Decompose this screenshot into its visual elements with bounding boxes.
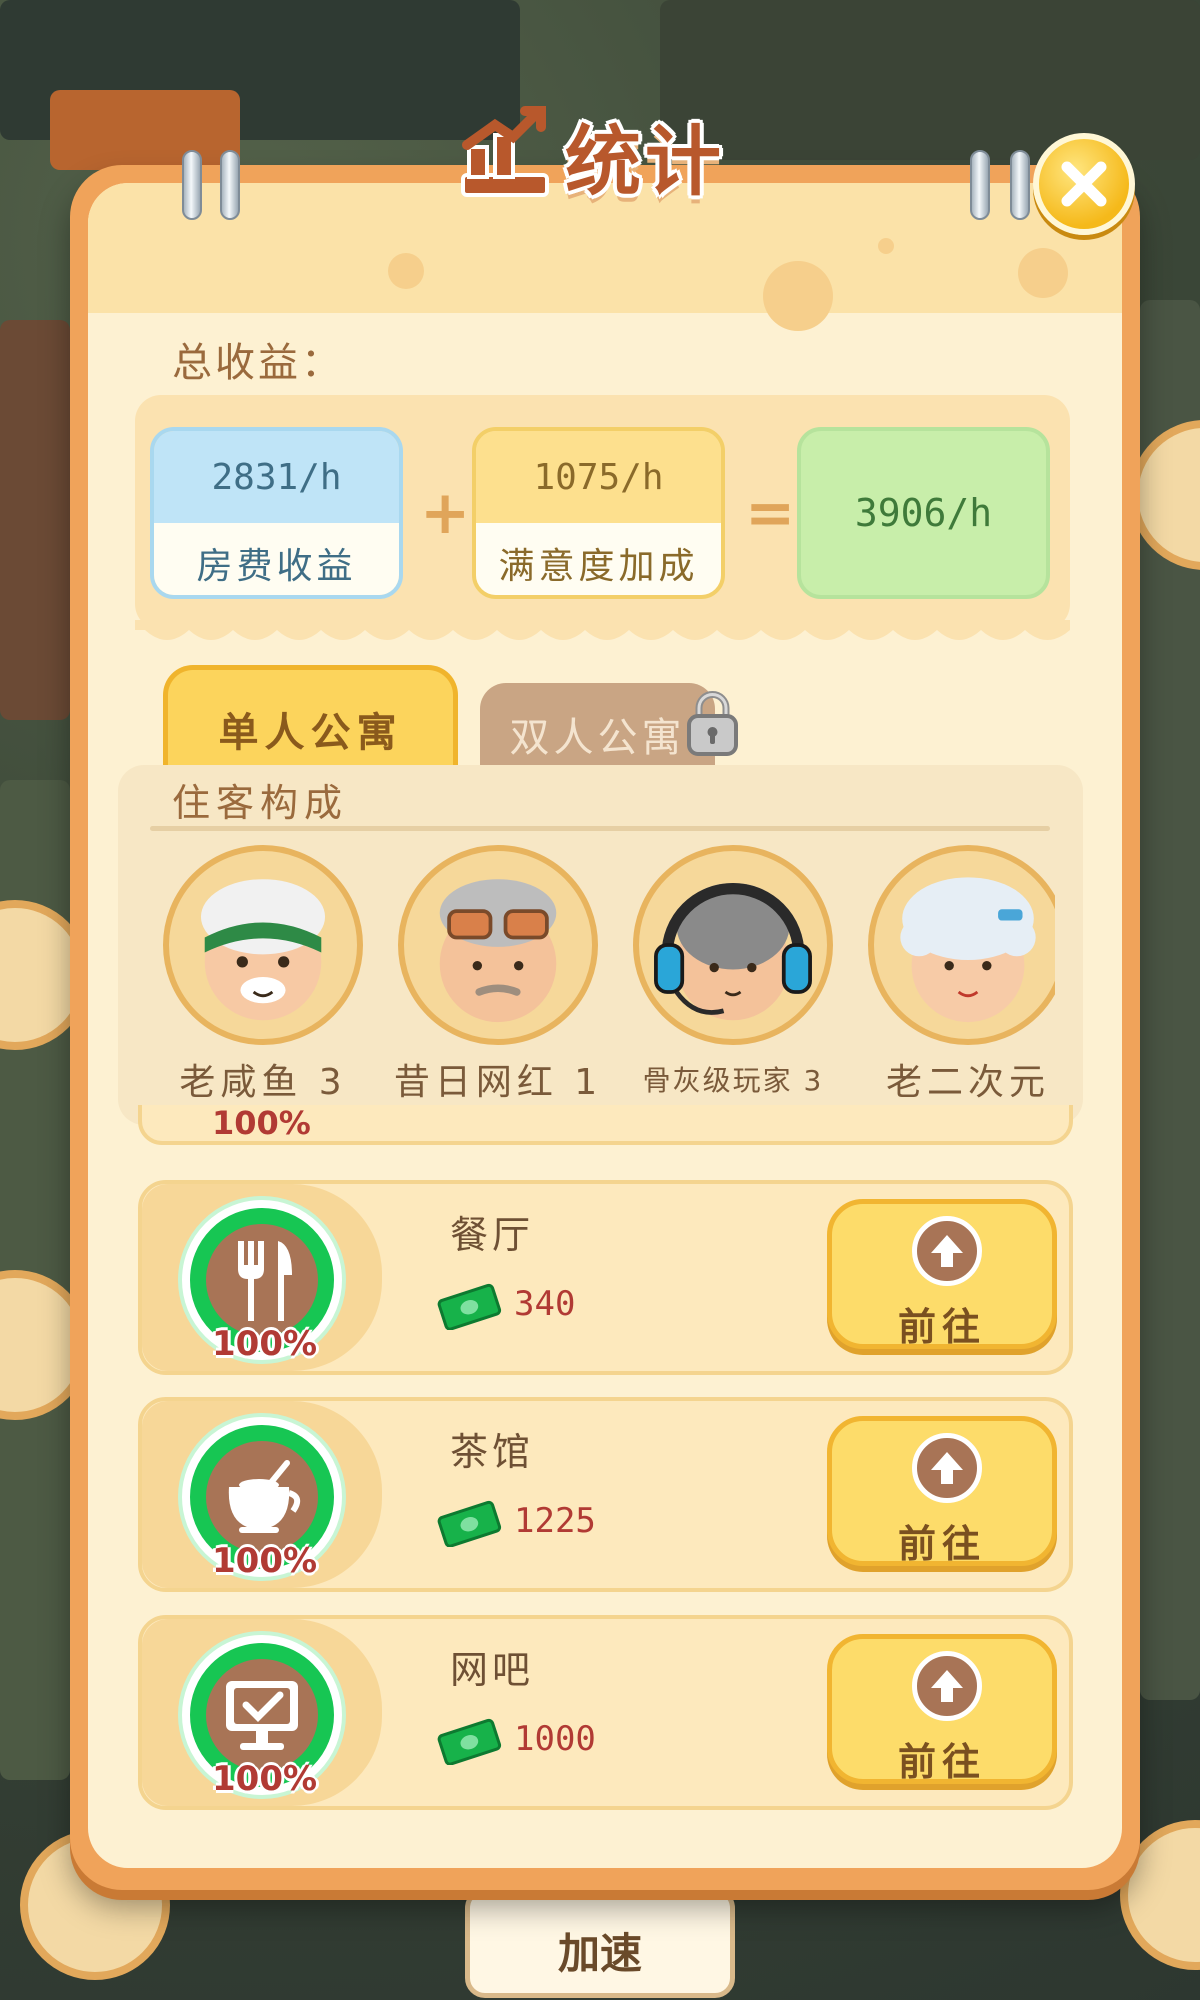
arrow-up-icon — [931, 1670, 963, 1702]
arrow-up-icon — [931, 1235, 963, 1267]
peek-percent: 100% — [212, 1105, 311, 1142]
facility-row-restaurant: 100% 餐厅 340 前往 — [138, 1180, 1073, 1375]
facility-income-value: 1225 — [514, 1501, 596, 1541]
anime-grandma-avatar — [868, 845, 1055, 1045]
cash-icon — [437, 1283, 502, 1330]
percent-label: 100% — [212, 1541, 318, 1581]
satisfaction-bonus-label: 满意度加成 — [476, 523, 721, 595]
resident-section-title: 住客构成 — [172, 781, 349, 825]
resident-item[interactable]: 老二次元 — [863, 845, 1055, 1105]
goto-button[interactable]: 前往 — [827, 1634, 1057, 1784]
divider — [150, 826, 1050, 831]
computer-icon — [226, 1681, 298, 1750]
resident-list[interactable]: 老咸鱼 3 昔日网红 1 骨灰级玩家 3 老二次元 — [150, 845, 1055, 1105]
old-man-headband-avatar — [163, 845, 363, 1045]
equals-sign: = — [745, 478, 796, 548]
close-button[interactable] — [1033, 133, 1135, 235]
binder-ring — [970, 150, 990, 220]
teapot-icon — [228, 1460, 301, 1533]
binder-ring — [182, 150, 202, 220]
resident-item[interactable]: 昔日网红 1 — [393, 845, 603, 1105]
goto-button-label: 前往 — [897, 1305, 986, 1349]
percent-label: 100% — [212, 1759, 318, 1799]
tab-single-apartment[interactable]: 单人公寓 — [163, 665, 458, 775]
fork-knife-icon — [238, 1241, 292, 1321]
facility-name: 茶馆 — [450, 1430, 535, 1474]
tab-double-apartment[interactable]: 双人公寓 — [480, 683, 715, 775]
room-income-card: 2831/h 房费收益 — [150, 427, 403, 599]
lock-icon — [687, 691, 738, 756]
scrolled-row-partial: 100% — [138, 1105, 1073, 1160]
resident-item[interactable]: 骨灰级玩家 3 — [628, 845, 838, 1099]
total-income-card: 3906/h — [797, 427, 1050, 599]
binder-ring — [220, 150, 240, 220]
room-income-value: 2831/h — [154, 431, 399, 523]
satisfaction-bonus-card: 1075/h 满意度加成 — [472, 427, 725, 599]
resident-name: 骨灰级玩家 3 — [642, 1064, 824, 1097]
close-icon — [1061, 161, 1107, 207]
room-income-label: 房费收益 — [154, 523, 399, 595]
total-income-label: 总收益： — [172, 340, 344, 386]
facility-income-value: 1000 — [514, 1719, 596, 1759]
goto-button[interactable]: 前往 — [827, 1199, 1057, 1349]
percent-label: 100% — [212, 1324, 318, 1364]
stats-chart-icon — [461, 106, 549, 197]
resident-name: 昔日网红 1 — [393, 1062, 603, 1103]
facility-income-value: 340 — [514, 1284, 576, 1324]
wavy-edge — [135, 620, 1070, 640]
resident-item[interactable]: 老咸鱼 3 — [158, 845, 368, 1105]
gamer-grandma-headset-avatar — [633, 845, 833, 1045]
cash-icon — [437, 1718, 502, 1765]
goto-button-label: 前往 — [897, 1740, 986, 1784]
goto-button-label: 前往 — [897, 1522, 986, 1566]
arrow-up-icon — [931, 1452, 963, 1484]
speed-up-button[interactable]: 加速 — [465, 1888, 735, 1998]
old-man-sunglasses-avatar — [398, 845, 598, 1045]
panel-title: 统计 — [455, 100, 725, 210]
facility-name: 网吧 — [450, 1648, 535, 1692]
total-income-value: 3906/h — [854, 491, 993, 535]
plus-sign: + — [420, 478, 471, 548]
facility-row-internet-cafe: 100% 网吧 1000 前往 — [138, 1615, 1073, 1810]
resident-name: 老咸鱼 3 — [179, 1062, 347, 1103]
goto-button[interactable]: 前往 — [827, 1416, 1057, 1566]
facility-row-teahouse: 100% 茶馆 1225 前往 — [138, 1397, 1073, 1592]
binder-ring — [1010, 150, 1030, 220]
cash-icon — [437, 1500, 502, 1547]
resident-name: 老二次元 — [885, 1062, 1050, 1103]
title-text: 统计 — [565, 117, 725, 206]
facility-name: 餐厅 — [450, 1213, 535, 1257]
satisfaction-bonus-value: 1075/h — [476, 431, 721, 523]
